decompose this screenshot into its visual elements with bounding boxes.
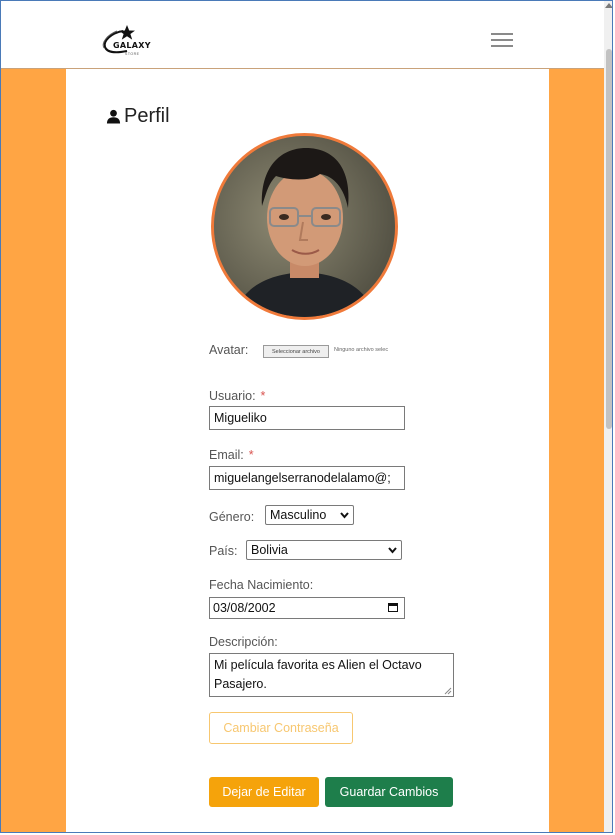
email-label: Email: * [209, 448, 254, 462]
avatar [211, 133, 398, 320]
logo-text: GALAXY [113, 41, 151, 50]
country-label: País: [209, 544, 238, 558]
gender-select-value: Masculino [270, 508, 327, 522]
country-select-value: Bolivia [251, 543, 288, 557]
description-textarea[interactable]: Mi película favorita es Alien el Octavo … [209, 653, 454, 697]
profile-card: Perfil Avatar: Seleccionar archivo Ningu… [66, 69, 549, 832]
email-input[interactable]: miguelangelserranodelalamo@; [209, 466, 405, 490]
chevron-down-icon [388, 547, 397, 554]
calendar-icon[interactable] [388, 603, 398, 612]
gender-label: Género: [209, 510, 255, 524]
username-label-text: Usuario: [209, 389, 256, 403]
description-value: Mi película favorita es Alien el Octavo … [214, 658, 422, 691]
username-label: Usuario: * [209, 389, 265, 403]
file-status: Ninguno archivo selec [334, 347, 389, 353]
country-select[interactable]: Bolivia [246, 540, 402, 560]
birthdate-label: Fecha Nacimiento: [209, 578, 314, 592]
galaxy-logo[interactable]: GALAXY STORE [97, 19, 167, 59]
email-label-text: Email: [209, 448, 244, 462]
scrollbar-thumb[interactable] [606, 49, 612, 429]
page-title-text: Perfil [124, 105, 170, 127]
navbar: GALAXY STORE [1, 1, 604, 69]
description-label: Descripción: [209, 635, 278, 649]
chevron-down-icon [340, 512, 349, 519]
logo-subtext: STORE [125, 52, 140, 56]
username-input[interactable]: Migueliko [209, 406, 405, 430]
birthdate-input[interactable]: 03/08/2002 [209, 597, 405, 619]
resize-handle-icon[interactable] [444, 687, 452, 695]
birthdate-value: 03/08/2002 [213, 601, 276, 615]
required-mark: * [260, 389, 266, 403]
choose-file-button[interactable]: Seleccionar archivo [263, 345, 329, 358]
gender-select[interactable]: Masculino [265, 505, 354, 525]
scrollbar[interactable] [604, 1, 612, 832]
change-password-button[interactable]: Cambiar Contraseña [209, 712, 353, 744]
scroll-up-arrow-icon[interactable] [605, 3, 612, 8]
browser-viewport: GALAXY STORE Perfil Avatar: Seleccionar … [0, 0, 613, 833]
avatar-label: Avatar: [209, 343, 249, 357]
user-icon [106, 109, 121, 124]
required-mark: * [248, 448, 254, 462]
page-title: Perfil [106, 105, 170, 128]
hamburger-icon[interactable] [491, 33, 513, 47]
save-changes-button[interactable]: Guardar Cambios [325, 777, 453, 807]
stop-editing-button[interactable]: Dejar de Editar [209, 777, 319, 807]
